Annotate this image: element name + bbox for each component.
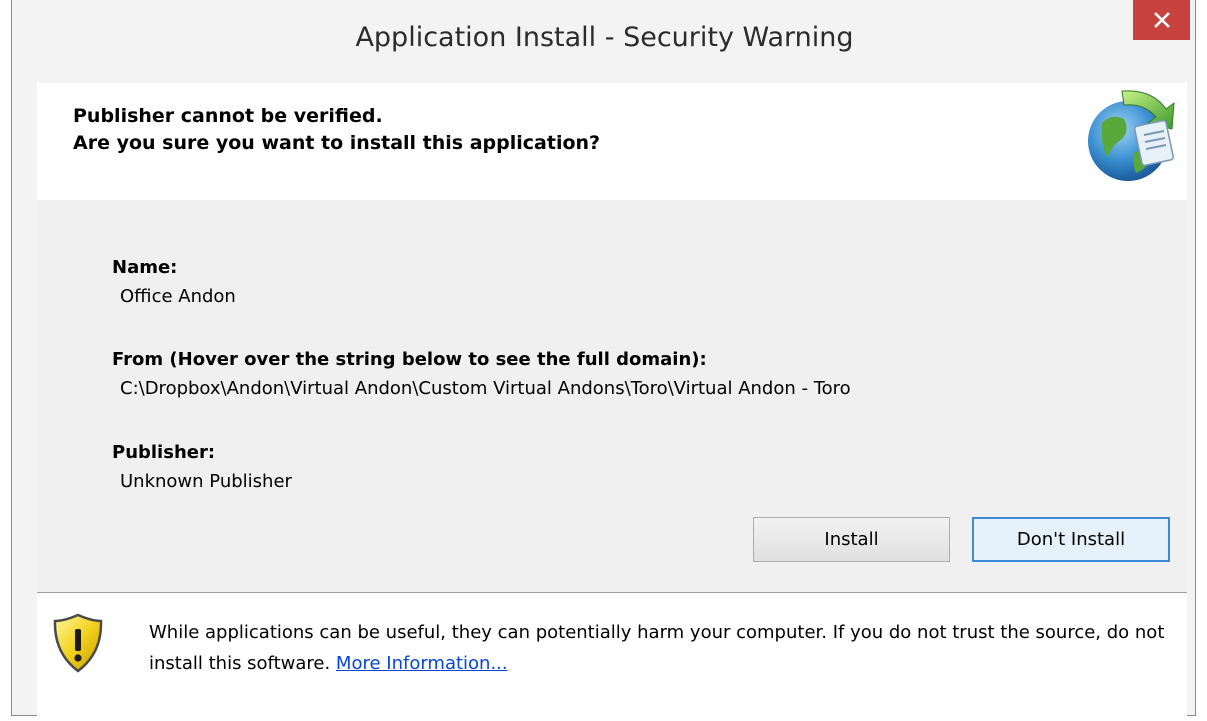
install-button[interactable]: Install (753, 517, 950, 562)
footer-warning-body: While applications can be useful, they c… (149, 622, 1165, 674)
footer-warning-text: While applications can be useful, they c… (149, 617, 1169, 679)
security-warning-dialog: Application Install - Security Warning P… (11, 0, 1196, 716)
name-label: Name: (112, 257, 178, 278)
name-value: Office Andon (120, 286, 236, 307)
title-bar: Application Install - Security Warning (12, 0, 1195, 83)
more-information-link[interactable]: More Information... (336, 653, 508, 674)
close-button[interactable] (1133, 0, 1190, 40)
warning-shield-icon (53, 613, 103, 673)
window-title: Application Install - Security Warning (355, 22, 854, 53)
footer-panel: While applications can be useful, they c… (37, 593, 1187, 716)
header-question-text: Are you sure you want to install this ap… (73, 132, 601, 154)
close-icon (1153, 12, 1170, 28)
dont-install-button[interactable]: Don't Install (972, 517, 1170, 562)
from-label: From (Hover over the string below to see… (112, 349, 707, 370)
from-value[interactable]: C:\Dropbox\Andon\Virtual Andon\Custom Vi… (120, 378, 851, 399)
globe-install-icon (1088, 90, 1175, 181)
publisher-label: Publisher: (112, 442, 216, 463)
header-warning-text: Publisher cannot be verified. (73, 105, 383, 127)
header-panel: Publisher cannot be verified. Are you su… (37, 83, 1187, 200)
details-panel: Name: Office Andon From (Hover over the … (37, 200, 1187, 592)
publisher-value: Unknown Publisher (120, 471, 292, 492)
